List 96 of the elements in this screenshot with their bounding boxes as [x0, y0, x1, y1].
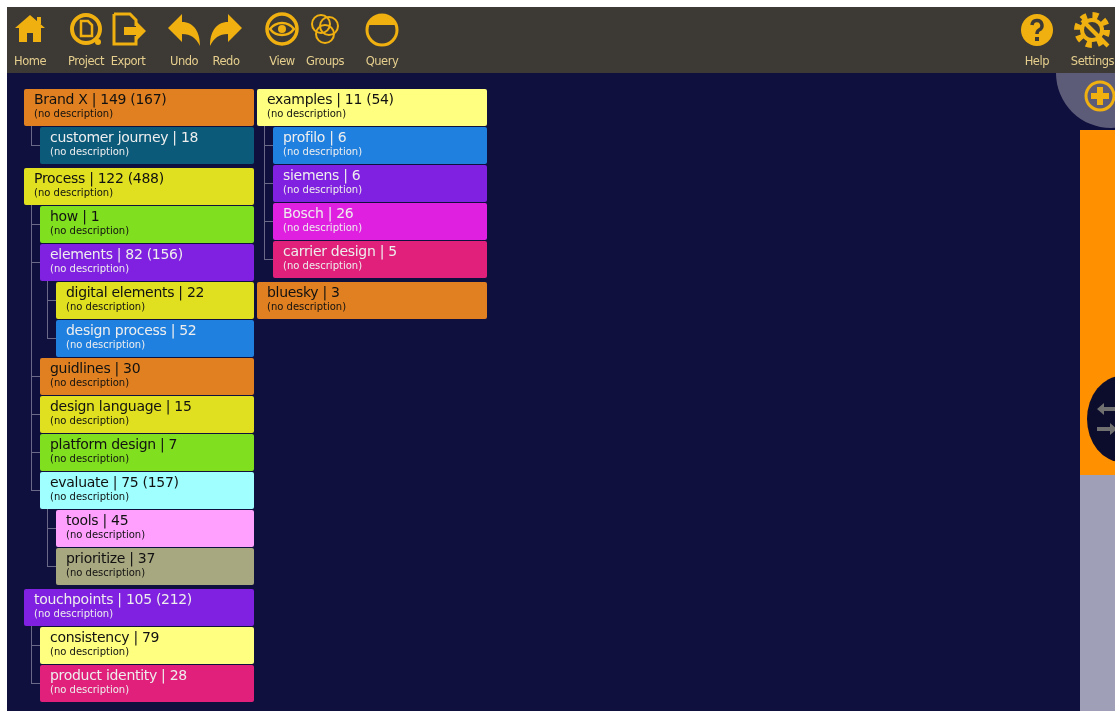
node-description: (no description) — [66, 340, 147, 350]
tree-node[interactable]: evaluate | 75 (157) (no description) — [40, 472, 254, 509]
document-circle-icon — [68, 12, 104, 48]
tree-connector-line — [31, 453, 32, 471]
node-description: (no description) — [283, 147, 364, 157]
tree-connector-line — [264, 184, 265, 202]
node-description: (no description) — [34, 609, 115, 619]
node-title: prioritize | 37 — [66, 551, 157, 565]
node-description: (no description) — [34, 188, 115, 198]
query-button[interactable]: Query — [363, 7, 401, 73]
tree-node[interactable]: bluesky | 3 (no description) — [257, 282, 487, 319]
groups-button[interactable]: Groups — [305, 7, 345, 73]
tree-connector-line — [31, 377, 32, 395]
node-title: carrier design | 5 — [283, 244, 398, 258]
node-title: bluesky | 3 — [267, 285, 341, 299]
settings-icon — [1074, 12, 1111, 48]
project-button[interactable]: Project — [67, 7, 105, 73]
node-title: Brand X | 149 (167) — [34, 92, 168, 106]
tree-node[interactable]: siemens | 6 (no description) — [273, 165, 487, 202]
node-title: how | 1 — [50, 209, 101, 223]
home-button[interactable]: Home — [11, 7, 49, 73]
node-title: profilo | 6 — [283, 130, 348, 144]
tree-node[interactable]: elements | 82 (156) (no description) — [40, 244, 254, 281]
node-title: design language | 15 — [50, 399, 193, 413]
node-description: (no description) — [283, 261, 364, 271]
plus-icon — [1084, 80, 1115, 112]
tree-node[interactable]: prioritize | 37 (no description) — [56, 548, 254, 585]
node-description: (no description) — [283, 185, 364, 195]
node-title: customer journey | 18 — [50, 130, 200, 144]
node-description: (no description) — [267, 302, 348, 312]
eye-icon — [264, 12, 300, 48]
node-description: (no description) — [66, 568, 147, 578]
tree-node[interactable]: Bosch | 26 (no description) — [273, 203, 487, 240]
node-description: (no description) — [50, 685, 131, 695]
tree-node[interactable]: consistency | 79 (no description) — [40, 627, 254, 664]
node-description: (no description) — [50, 416, 131, 426]
node-title: touchpoints | 105 (212) — [34, 592, 194, 606]
tree-node[interactable]: carrier design | 5 (no description) — [273, 241, 487, 278]
settings-button[interactable]: Settings — [1069, 7, 1115, 73]
undo-button[interactable]: Undo — [165, 7, 203, 73]
node-title: elements | 82 (156) — [50, 247, 184, 261]
tree-connector-line — [47, 301, 48, 319]
redo-button[interactable]: Redo — [207, 7, 245, 73]
node-title: Bosch | 26 — [283, 206, 355, 220]
tree-connector-line — [264, 222, 265, 240]
tree-node[interactable]: guidlines | 30 (no description) — [40, 358, 254, 395]
tree-node[interactable]: design language | 15 (no description) — [40, 396, 254, 433]
node-description: (no description) — [267, 109, 348, 119]
view-button[interactable]: View — [263, 7, 301, 73]
help-button[interactable]: Help — [1017, 7, 1056, 73]
node-title: examples | 11 (54) — [267, 92, 395, 106]
node-description: (no description) — [50, 264, 131, 274]
node-description: (no description) — [66, 530, 147, 540]
export-icon — [110, 12, 146, 48]
tree-node[interactable]: product identity | 28 (no description) — [40, 665, 254, 702]
node-title: consistency | 79 — [50, 630, 161, 644]
undo-arrow-icon — [166, 12, 202, 48]
redo-arrow-icon — [208, 12, 244, 48]
node-description: (no description) — [34, 109, 115, 119]
node-description: (no description) — [50, 454, 131, 464]
node-description: (no description) — [283, 223, 364, 233]
node-description: (no description) — [66, 302, 147, 312]
node-description: (no description) — [50, 226, 131, 236]
tree-connector-line — [31, 415, 32, 433]
help-icon — [1018, 12, 1055, 48]
tree-node[interactable]: Process | 122 (488) (no description) — [24, 168, 254, 205]
tree-node[interactable]: touchpoints | 105 (212) (no description) — [24, 589, 254, 626]
tree-connector-line — [31, 225, 32, 243]
query-circle-icon — [364, 12, 400, 48]
node-title: digital elements | 22 — [66, 285, 206, 299]
tree-node[interactable]: profilo | 6 (no description) — [273, 127, 487, 164]
tree-connector-line — [31, 646, 32, 664]
tree-connector-line — [47, 529, 48, 547]
tree-node[interactable]: tools | 45 (no description) — [56, 510, 254, 547]
tree-node[interactable]: digital elements | 22 (no description) — [56, 282, 254, 319]
tree-node[interactable]: Brand X | 149 (167) (no description) — [24, 89, 254, 126]
node-description: (no description) — [50, 147, 131, 157]
node-description: (no description) — [50, 647, 131, 657]
node-title: platform design | 7 — [50, 437, 179, 451]
add-button[interactable] — [1084, 80, 1115, 112]
tree-node[interactable]: customer journey | 18 (no description) — [40, 127, 254, 164]
node-title: tools | 45 — [66, 513, 130, 527]
tree-node[interactable]: examples | 11 (54) (no description) — [257, 89, 487, 126]
node-title: siemens | 6 — [283, 168, 362, 182]
tree-node[interactable]: design process | 52 (no description) — [56, 320, 254, 357]
node-title: product identity | 28 — [50, 668, 188, 682]
node-description: (no description) — [50, 492, 131, 502]
export-button[interactable]: Export — [109, 7, 147, 73]
tree-connector-line — [264, 146, 265, 164]
node-description: (no description) — [50, 378, 131, 388]
tree-node[interactable]: how | 1 (no description) — [40, 206, 254, 243]
node-title: evaluate | 75 (157) — [50, 475, 180, 489]
node-title: Process | 122 (488) — [34, 171, 165, 185]
tree-node[interactable]: platform design | 7 (no description) — [40, 434, 254, 471]
node-title: guidlines | 30 — [50, 361, 142, 375]
node-title: design process | 52 — [66, 323, 198, 337]
